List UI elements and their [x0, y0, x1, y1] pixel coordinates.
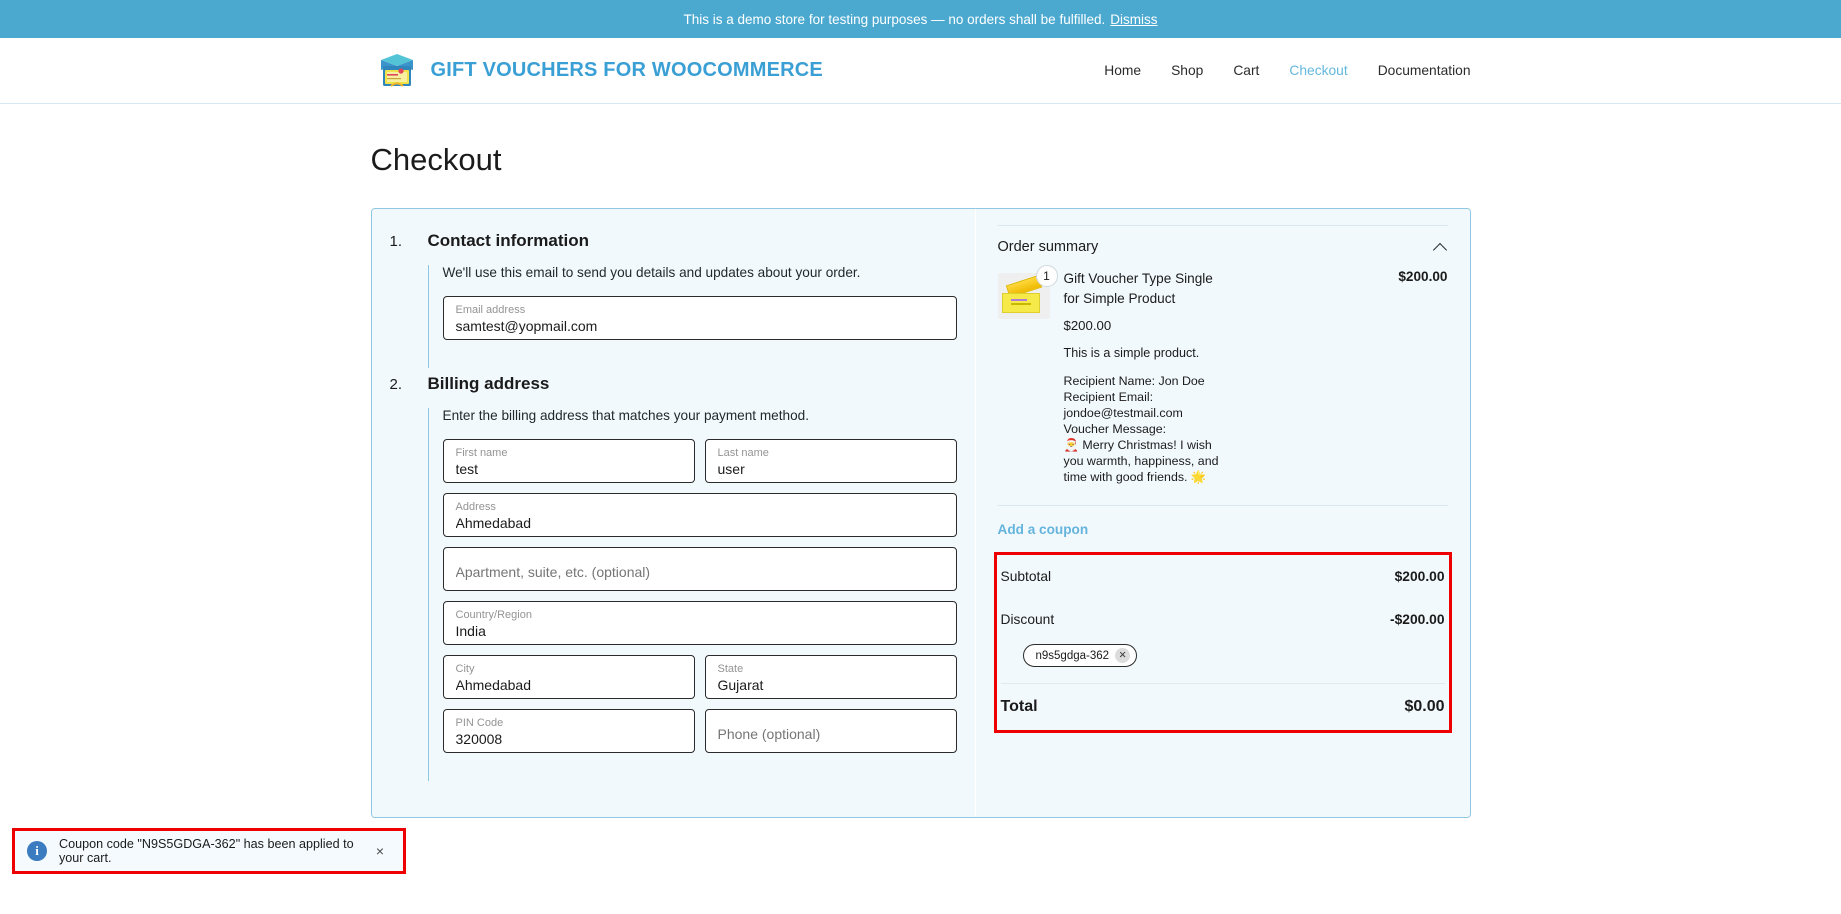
first-name-field[interactable]: First name [442, 439, 695, 483]
discount-value: -$200.00 [1390, 612, 1445, 627]
recipient-email: jondoe@testmail.com [1063, 406, 1183, 420]
summary-top-divider [997, 225, 1448, 226]
step-1-number: 1. [389, 233, 403, 250]
chevron-up-icon[interactable] [1434, 240, 1448, 254]
pin-code-label: PIN Code [455, 717, 504, 729]
country-region-field[interactable]: Country/Region [442, 601, 957, 645]
checkout-page: Checkout 1. Contact information We'll us… [0, 104, 1841, 818]
order-summary-header[interactable]: Order summary [998, 239, 1448, 255]
order-summary-column: Order summary 1 Gift Voucher Type Single… [974, 209, 1470, 817]
recipient-email-label: Recipient Email: [1063, 390, 1154, 404]
state-label: State [717, 663, 744, 675]
remove-coupon-icon[interactable]: ✕ [1115, 648, 1131, 663]
pin-code-input[interactable] [455, 730, 682, 748]
state-input[interactable] [717, 676, 944, 694]
brand[interactable]: GIFT VOUCHERS FOR WOOCOMMERCE [377, 50, 823, 92]
city-field[interactable]: City [442, 655, 695, 699]
first-name-label: First name [455, 447, 508, 459]
address-field[interactable]: Address [442, 493, 957, 537]
nav-item-cart[interactable]: Cart [1233, 63, 1259, 78]
page-title: Checkout [370, 142, 502, 177]
discount-block: Discount -$200.00 n9s5gdga-362 ✕ [1001, 598, 1445, 683]
item-quantity-badge: 1 [1035, 265, 1058, 287]
coupon-applied-toast: i Coupon code "N9S5GDGA-362" has been ap… [12, 828, 406, 874]
phone-field[interactable] [704, 709, 957, 753]
order-totals-highlight: Subtotal $200.00 Discount -$200.00 n9s5g… [993, 552, 1452, 733]
total-label: Total [1000, 698, 1038, 715]
checkout-container: 1. Contact information We'll use this em… [370, 208, 1471, 818]
first-name-input[interactable] [455, 460, 682, 478]
step-2-title: Billing address [427, 374, 550, 393]
nav-item-home[interactable]: Home [1104, 63, 1141, 78]
nav-item-shop[interactable]: Shop [1171, 63, 1203, 78]
brand-name: GIFT VOUCHERS FOR WOOCOMMERCE [430, 59, 823, 81]
order-summary-title: Order summary [997, 239, 1099, 255]
nav-item-documentation[interactable]: Documentation [1378, 63, 1471, 78]
email-field-label: Email address [455, 304, 526, 316]
demo-banner-message: This is a demo store for testing purpose… [683, 11, 1106, 27]
item-description: This is a simple product. [1063, 346, 1200, 360]
info-icon: i [27, 841, 47, 861]
subtotal-row: Subtotal $200.00 [1001, 555, 1445, 598]
city-label: City [455, 663, 475, 675]
subtotal-value: $200.00 [1394, 569, 1445, 584]
item-name: Gift Voucher Type Single for Simple Prod… [1063, 271, 1213, 306]
order-line-item: 1 Gift Voucher Type Single for Simple Pr… [997, 265, 1448, 499]
subtotal-label: Subtotal [1000, 569, 1052, 584]
address-label: Address [455, 501, 496, 513]
item-unit-price: $200.00 [1063, 318, 1112, 333]
last-name-label: Last name [717, 447, 769, 459]
country-region-label: Country/Region [455, 609, 532, 621]
pin-code-field[interactable]: PIN Code [442, 709, 695, 753]
dismiss-banner-link[interactable]: Dismiss [1110, 12, 1157, 27]
apartment-field[interactable] [442, 547, 957, 591]
email-field[interactable]: Email address [442, 296, 957, 340]
voucher-message: 🎅 Merry Christmas! I wish you warmth, ha… [1063, 438, 1219, 484]
city-input[interactable] [455, 676, 682, 694]
step-1-title: Contact information [427, 231, 590, 250]
discount-row: Discount -$200.00 [1001, 598, 1445, 641]
add-coupon-link[interactable]: Add a coupon [998, 506, 1448, 552]
recipient-name: Recipient Name: Jon Doe [1063, 374, 1205, 388]
discount-label: Discount [1000, 612, 1055, 627]
step-2-number: 2. [389, 376, 403, 393]
step-1-description: We'll use this email to send you details… [442, 265, 861, 280]
nav-item-checkout[interactable]: Checkout [1289, 63, 1347, 78]
item-total-price: $200.00 [1398, 269, 1448, 284]
step-2-description: Enter the billing address that matches y… [442, 408, 809, 423]
address-input[interactable] [455, 514, 944, 532]
step-contact-information: 1. Contact information We'll use this em… [390, 231, 957, 368]
voucher-message-label: Voucher Message: [1063, 422, 1167, 436]
email-input[interactable] [455, 317, 944, 335]
demo-store-banner: This is a demo store for testing purpose… [0, 0, 1841, 38]
phone-input[interactable] [717, 724, 944, 743]
toast-message: Coupon code "N9S5GDGA-362" has been appl… [59, 837, 354, 865]
apartment-input[interactable] [455, 562, 944, 581]
total-row: Total $0.00 [1000, 683, 1445, 730]
checkout-form-column: 1. Contact information We'll use this em… [371, 209, 975, 817]
last-name-input[interactable] [717, 460, 944, 478]
country-region-input[interactable] [455, 622, 944, 640]
last-name-field[interactable]: Last name [704, 439, 957, 483]
total-value: $0.00 [1404, 698, 1445, 715]
applied-coupon-chip[interactable]: n9s5gdga-362 ✕ [1022, 644, 1138, 667]
close-icon[interactable]: × [369, 840, 391, 862]
state-field[interactable]: State [704, 655, 957, 699]
site-header: GIFT VOUCHERS FOR WOOCOMMERCE Home Shop … [0, 38, 1841, 104]
step-billing-address: 2. Billing address Enter the billing add… [390, 374, 957, 781]
applied-coupon-code: n9s5gdga-362 [1035, 649, 1110, 662]
gift-box-voucher-icon [377, 50, 417, 92]
main-navigation: Home Shop Cart Checkout Documentation [1104, 63, 1470, 78]
